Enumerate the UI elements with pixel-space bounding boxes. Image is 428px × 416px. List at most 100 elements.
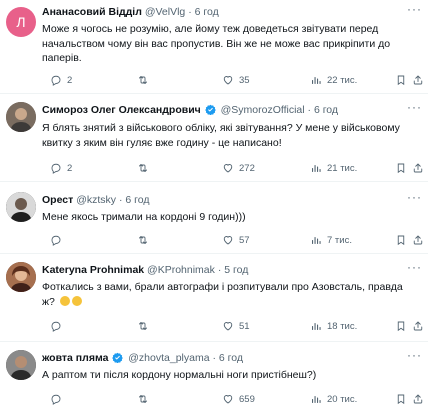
tweet[interactable]: Л Ананасовий Відділ @VelVlg · 6 год ··· …: [0, 0, 428, 94]
views-button[interactable]: 18 тис.: [310, 320, 357, 332]
author-name[interactable]: Kateryna Prohnimak: [42, 264, 144, 276]
author-name[interactable]: жовта пляма: [42, 352, 108, 364]
bookmark-button[interactable]: [395, 393, 407, 405]
retweet-button[interactable]: [137, 162, 154, 174]
bookmark-button[interactable]: [395, 74, 407, 86]
like-icon: [222, 320, 234, 332]
timestamp[interactable]: · 6 год: [212, 352, 243, 364]
share-button[interactable]: [412, 162, 424, 174]
bookmark-button[interactable]: [395, 320, 407, 332]
retweet-button[interactable]: [137, 74, 154, 86]
views-icon: [310, 234, 322, 246]
retweet-button[interactable]: [137, 234, 154, 246]
views-button[interactable]: 7 тис.: [310, 234, 352, 246]
views-button[interactable]: 20 тис.: [310, 393, 357, 405]
view-count: 22 тис.: [327, 74, 358, 86]
views-icon: [310, 320, 322, 332]
avatar-photo: [6, 192, 36, 222]
views-button[interactable]: 21 тис.: [310, 162, 357, 174]
like-button[interactable]: 272: [222, 162, 255, 174]
avatar[interactable]: [6, 262, 36, 292]
avatar[interactable]: [6, 350, 36, 380]
views-icon: [310, 162, 322, 174]
retweet-icon: [137, 74, 149, 86]
verified-badge-icon: [112, 352, 123, 363]
reply-icon: [50, 393, 62, 405]
tweet-actions: 659 20 тис.: [42, 393, 422, 407]
timestamp[interactable]: · 6 год: [188, 6, 219, 18]
reply-icon: [50, 320, 62, 332]
tweet-text: Я блять знятий з військового обліку, які…: [42, 122, 400, 149]
author-handle[interactable]: @VelVlg: [145, 6, 185, 18]
smiling-emoji-icon: [71, 295, 82, 306]
tweet-text: Може я чогось не розумію, але йому теж д…: [42, 23, 391, 64]
avatar[interactable]: [6, 192, 36, 222]
tweet-actions: 51 18 тис.: [42, 320, 422, 334]
author-handle[interactable]: @kztsky: [76, 194, 116, 206]
tweet-header: Симороз Олег Олександрович @SymorozOffic…: [42, 104, 338, 117]
retweet-icon: [137, 320, 149, 332]
tweet[interactable]: Симороз Олег Олександрович @SymorozOffic…: [0, 94, 428, 182]
reply-button[interactable]: [50, 320, 67, 332]
author-name[interactable]: Симороз Олег Олександрович: [42, 104, 201, 116]
share-icon: [412, 162, 424, 174]
more-icon[interactable]: ···: [407, 2, 422, 16]
more-icon[interactable]: ···: [407, 348, 422, 362]
tweet-actions: 2 272 21 тис.: [42, 162, 422, 176]
tweet-text-content: Фоткались з вами, брали автографи і розп…: [42, 281, 403, 308]
reply-icon: [50, 234, 62, 246]
bookmark-button[interactable]: [395, 234, 407, 246]
tweet-text: А раптом ти після кордону нормальні ноги…: [42, 369, 317, 381]
author-name[interactable]: Орест: [42, 194, 73, 206]
more-icon[interactable]: ···: [407, 100, 422, 114]
reply-icon: [50, 74, 62, 86]
reply-button[interactable]: 2: [50, 162, 72, 174]
tweet-header: жовта пляма @zhovta_plyama · 6 год: [42, 352, 243, 365]
tweet[interactable]: Орест @kztsky · 6 год ··· Мене якось три…: [0, 182, 428, 254]
retweet-button[interactable]: [137, 320, 154, 332]
timestamp[interactable]: · 6 год: [308, 104, 339, 116]
share-button[interactable]: [412, 320, 424, 332]
bookmark-icon: [395, 320, 407, 332]
views-icon: [310, 74, 322, 86]
like-icon: [222, 162, 234, 174]
bookmark-icon: [395, 393, 407, 405]
author-name[interactable]: Ананасовий Відділ: [42, 6, 142, 18]
views-icon: [310, 393, 322, 405]
like-count: 659: [239, 393, 255, 405]
retweet-button[interactable]: [137, 393, 154, 405]
reply-button[interactable]: 2: [50, 74, 72, 86]
avatar[interactable]: Л: [6, 7, 36, 37]
tweet-header: Kateryna Prohnimak @KProhnimak · 5 год: [42, 264, 248, 277]
share-icon: [412, 393, 424, 405]
like-button[interactable]: 35: [222, 74, 250, 86]
avatar-photo: [6, 102, 36, 132]
retweet-icon: [137, 234, 149, 246]
like-button[interactable]: 659: [222, 393, 255, 405]
like-count: 35: [239, 74, 250, 86]
bookmark-button[interactable]: [395, 162, 407, 174]
tweet-header: Ананасовий Відділ @VelVlg · 6 год: [42, 6, 219, 19]
share-button[interactable]: [412, 234, 424, 246]
timestamp[interactable]: · 6 год: [119, 194, 150, 206]
tweet-actions: 2 35 22 тис.: [42, 74, 422, 88]
share-button[interactable]: [412, 74, 424, 86]
views-button[interactable]: 22 тис.: [310, 74, 357, 86]
tweet[interactable]: Kateryna Prohnimak @KProhnimak · 5 год ·…: [0, 254, 428, 342]
more-icon[interactable]: ···: [407, 190, 422, 204]
author-handle[interactable]: @SymorozOfficial: [221, 104, 305, 116]
reply-button[interactable]: [50, 393, 67, 405]
like-button[interactable]: 51: [222, 320, 250, 332]
share-button[interactable]: [412, 393, 424, 405]
author-handle[interactable]: @KProhnimak: [147, 264, 215, 276]
like-button[interactable]: 57: [222, 234, 250, 246]
author-handle[interactable]: @zhovta_plyama: [128, 352, 209, 364]
reply-button[interactable]: [50, 234, 67, 246]
like-icon: [222, 234, 234, 246]
timestamp[interactable]: · 5 год: [218, 264, 249, 276]
tweet[interactable]: жовта пляма @zhovta_plyama · 6 год ··· А…: [0, 342, 428, 416]
avatar[interactable]: [6, 102, 36, 132]
more-icon[interactable]: ···: [407, 260, 422, 274]
reply-count: 2: [67, 74, 73, 86]
view-count: 18 тис.: [327, 320, 358, 332]
